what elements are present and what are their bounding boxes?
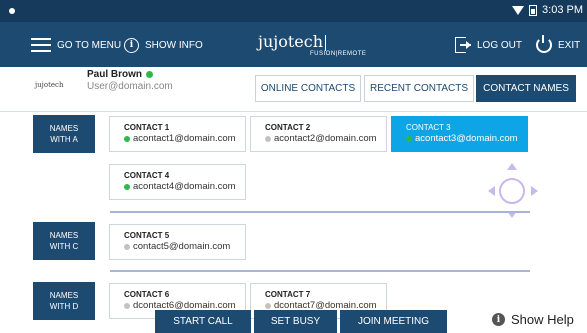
- contact-card-1[interactable]: CONTACT 1 acontact1@domain.com: [109, 116, 246, 152]
- offline-status-icon: [265, 135, 271, 142]
- contact-email: acontact1@domain.com: [124, 133, 245, 144]
- online-status-icon: [146, 71, 154, 78]
- log-out-label: LOG OUT: [477, 39, 523, 51]
- contact-card-3[interactable]: CONTACT 3 acontact3@domain.com: [391, 116, 528, 152]
- contact-email-text: acontact4@domain.com: [133, 181, 236, 192]
- exit-label: EXIT: [558, 39, 581, 51]
- show-info-button[interactable]: i SHOW INFO: [124, 35, 203, 55]
- group-divider: [110, 211, 530, 213]
- offline-status-icon: [124, 243, 130, 250]
- user-name: Paul Brown: [87, 69, 154, 80]
- go-to-menu-label: GO TO MENU: [57, 39, 122, 51]
- power-icon: [536, 35, 552, 53]
- logout-icon: [455, 37, 471, 53]
- contact-email-text: contact5@domain.com: [133, 241, 231, 252]
- hamburger-menu-icon: [31, 38, 51, 52]
- user-name-text: Paul Brown: [87, 69, 143, 80]
- tab-recent-contacts[interactable]: RECENT CONTACTS: [364, 75, 474, 102]
- tab-online-contacts[interactable]: ONLINE CONTACTS: [255, 75, 361, 102]
- dpad-left-icon[interactable]: [488, 186, 495, 196]
- brand-subtitle: FUSION|REMOTE: [310, 51, 367, 57]
- online-status-icon: [124, 183, 130, 190]
- group-label-line2: WITH A: [50, 135, 78, 144]
- offline-status-icon: [124, 302, 130, 309]
- start-call-button[interactable]: START CALL: [155, 310, 251, 333]
- contact-email: acontact4@domain.com: [124, 181, 245, 192]
- go-to-menu-button[interactable]: GO TO MENU: [31, 35, 121, 55]
- group-divider: [110, 270, 530, 272]
- online-status-icon: [124, 135, 130, 142]
- contact-card-4[interactable]: CONTACT 4 acontact4@domain.com: [109, 164, 246, 200]
- group-label-a: NAMES WITH A: [33, 115, 95, 153]
- status-indicators: 3:03 PM: [512, 4, 583, 16]
- join-meeting-button[interactable]: JOIN MEETING: [340, 310, 447, 333]
- status-bar: 3:03 PM: [0, 0, 587, 22]
- battery-icon: [529, 4, 538, 16]
- contact-email: acontact2@domain.com: [265, 133, 386, 144]
- show-help-button[interactable]: i Show Help: [492, 312, 574, 327]
- dpad-center-icon[interactable]: [499, 178, 525, 204]
- camera-dot-icon: [9, 8, 15, 14]
- tab-contact-names[interactable]: CONTACT NAMES: [476, 75, 576, 102]
- contact-name: CONTACT 2: [265, 123, 311, 132]
- user-email: User@domain.com: [87, 81, 173, 92]
- set-busy-button[interactable]: SET BUSY: [254, 310, 337, 333]
- status-time: 3:03 PM: [542, 4, 583, 16]
- group-label-d: NAMES WITH D: [33, 282, 95, 320]
- group-label-line1: NAMES: [49, 231, 79, 240]
- company-logo: jujotech: [35, 81, 64, 89]
- wifi-icon: [512, 5, 525, 15]
- group-label-line2: WITH D: [49, 302, 79, 311]
- top-nav-bar: GO TO MENU i SHOW INFO jujotech FUSION|R…: [0, 22, 587, 67]
- contact-name: CONTACT 1: [124, 123, 170, 132]
- contact-email-text: acontact1@domain.com: [133, 133, 236, 144]
- brand-logo: jujotech FUSION|REMOTE: [258, 32, 366, 57]
- contact-email-text: acontact3@domain.com: [415, 133, 518, 144]
- log-out-button[interactable]: LOG OUT: [455, 35, 522, 55]
- brand-name: jujotech: [258, 32, 324, 51]
- help-info-icon: i: [492, 313, 505, 326]
- offline-status-icon: [265, 302, 271, 309]
- contact-email-text: acontact2@domain.com: [274, 133, 377, 144]
- show-info-label: SHOW INFO: [145, 39, 203, 51]
- group-label-line1: NAMES: [49, 124, 79, 133]
- show-help-label: Show Help: [511, 312, 574, 327]
- contact-name: CONTACT 5: [124, 231, 170, 240]
- divider: [0, 111, 587, 112]
- contact-card-2[interactable]: CONTACT 2 acontact2@domain.com: [250, 116, 387, 152]
- contact-name: CONTACT 3: [406, 123, 451, 132]
- online-status-icon: [406, 135, 412, 142]
- dpad-up-icon[interactable]: [507, 163, 517, 170]
- contact-email: acontact3@domain.com: [406, 133, 527, 144]
- info-icon: i: [124, 37, 139, 53]
- dpad-right-icon[interactable]: [531, 186, 538, 196]
- contact-name: CONTACT 6: [124, 290, 170, 299]
- user-header: jujotech Paul Brown User@domain.com ONLI…: [0, 67, 587, 111]
- group-label-line2: WITH C: [49, 242, 79, 251]
- contact-card-5[interactable]: CONTACT 5 contact5@domain.com: [109, 224, 246, 260]
- contact-email: contact5@domain.com: [124, 241, 245, 252]
- contact-name: CONTACT 7: [265, 290, 311, 299]
- group-label-c: NAMES WITH C: [33, 222, 95, 260]
- group-label-line1: NAMES: [49, 291, 79, 300]
- exit-button[interactable]: EXIT: [536, 35, 580, 55]
- contact-name: CONTACT 4: [124, 171, 170, 180]
